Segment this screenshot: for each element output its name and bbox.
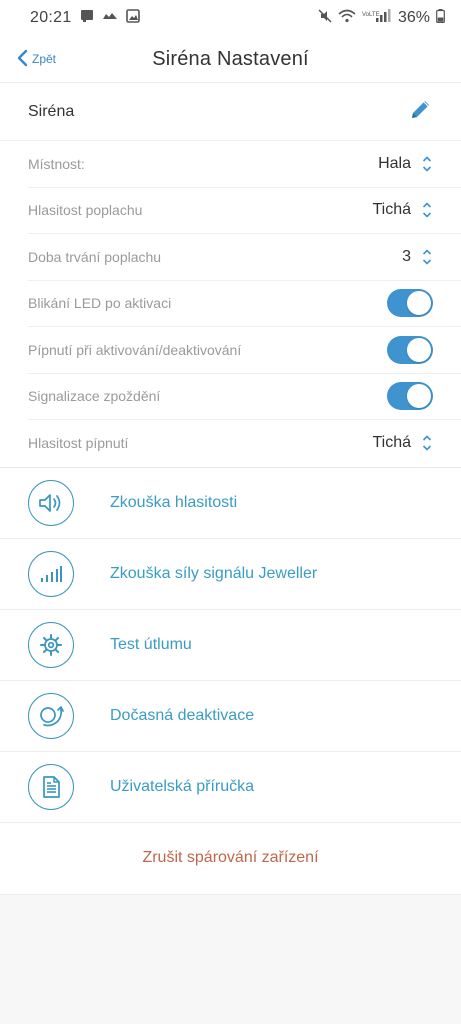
select-stepper-icon[interactable] [421,155,433,173]
document-icon [28,763,74,810]
unpair-row: Zrušit spárování zařízení [0,822,461,895]
delay-signal-toggle[interactable] [387,382,433,411]
setting-beep-volume[interactable]: Hlasitost pípnutí Tichá [28,420,461,467]
toggle-knob [407,384,431,409]
action-attenuation-test[interactable]: Test útlumu [0,610,461,681]
deactivate-icon [28,692,74,739]
setting-value-container: Tichá [372,201,433,219]
setting-value: 3 [402,247,411,265]
setting-room[interactable]: Místnost: Hala [28,141,461,188]
setting-value-container: 3 [402,248,433,266]
arm-beep-toggle[interactable] [387,335,433,364]
device-name: Siréna [28,102,75,120]
select-stepper-icon[interactable] [421,248,433,266]
setting-label: Blikání LED po aktivaci [28,295,172,312]
action-signal-test[interactable]: Zkouška síly signálu Jeweller [0,539,461,610]
action-label: Zkouška síly signálu Jeweller [110,564,318,582]
select-stepper-icon[interactable] [421,201,433,219]
unpair-device-button[interactable]: Zrušit spárování zařízení [142,849,318,867]
led-blink-toggle[interactable] [387,289,433,318]
setting-label: Doba trvání poplachu [28,248,162,265]
action-user-manual[interactable]: Uživatelská příručka [0,752,461,823]
setting-label: Signalizace zpoždění [28,388,161,405]
navigation-bar: Zpět Siréna Nastavení [0,36,461,83]
back-label: Zpět [32,52,57,66]
back-button[interactable]: Zpět [16,36,56,82]
battery-icon [436,8,445,28]
setting-arm-beep: Pípnutí při aktivování/deaktivování [28,327,461,374]
setting-delay-signal: Signalizace zpoždění [28,374,461,420]
setting-label: Hlasitost pípnutí [28,435,129,452]
setting-label: Pípnutí při aktivování/deaktivování [28,341,242,358]
gallery-icon [125,8,140,28]
setting-alarm-duration[interactable]: Doba trvání poplachu 3 [28,234,461,281]
action-label: Zkouška hlasitosti [110,493,238,511]
toggle-knob [407,337,431,362]
setting-value: Hala [378,154,411,172]
actions-list: Zkouška hlasitosti Zkouška síly signálu … [0,466,461,823]
toggle-knob [407,291,431,316]
setting-label: Místnost: [28,155,85,172]
clock: 20:21 [30,9,72,26]
setting-label: Hlasitost poplachu [28,202,143,219]
select-stepper-icon[interactable] [421,434,433,452]
signal-icon: VoLTE [362,8,392,28]
status-bar-left: 20:21 [30,8,140,28]
setting-value-container: Tichá [372,434,433,452]
action-label: Dočasná deaktivace [110,706,255,724]
notification-icon [80,9,94,28]
settings-card: Siréna Místnost: Hala Hlasitost poplachu… [0,83,461,467]
cloud-icon [102,9,118,27]
settings-list: Místnost: Hala Hlasitost poplachu Tichá … [0,141,461,467]
battery-percent: 36% [397,9,430,26]
setting-value: Tichá [372,201,411,219]
action-label: Uživatelská příručka [110,777,255,795]
network-type: VoLTE [362,12,380,18]
action-temporary-deactivation[interactable]: Dočasná deaktivace [0,681,461,752]
speaker-icon [28,479,74,526]
setting-alarm-volume[interactable]: Hlasitost poplachu Tichá [28,188,461,234]
setting-value: Tichá [372,434,411,452]
signal-bars-icon [28,550,74,597]
chevron-left-icon [16,49,28,70]
device-name-row: Siréna [0,83,461,141]
status-bar-right: VoLTE 36% [318,8,445,28]
setting-led-blink: Blikání LED po aktivaci [28,281,461,327]
status-bar: 20:21 VoLTE 36% [0,0,461,36]
pencil-icon[interactable] [409,97,433,126]
gear-icon [28,621,74,668]
page-title: Siréna Nastavení [152,47,309,70]
action-label: Test útlumu [110,635,192,653]
action-volume-test[interactable]: Zkouška hlasitosti [0,468,461,539]
setting-value-container: Hala [378,155,433,173]
wifi-icon [338,9,356,28]
mute-icon [318,8,332,28]
